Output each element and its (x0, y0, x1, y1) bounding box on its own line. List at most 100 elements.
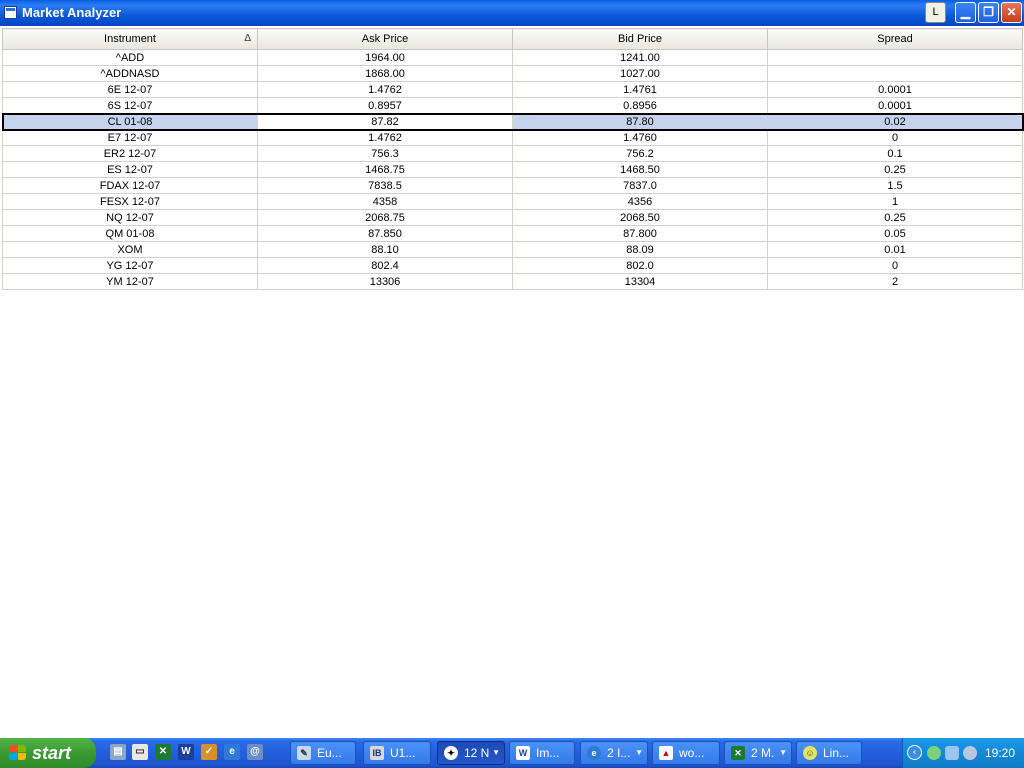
excel-icon[interactable]: ✕ (155, 744, 171, 760)
status-icon[interactable] (927, 746, 941, 760)
taskbar-item-u1[interactable]: IB U1... (363, 741, 431, 765)
column-header-instrument[interactable]: Instrument Δ (2, 28, 258, 50)
cell-ask-price: 1.4762 (257, 81, 513, 98)
minimize-icon: ▁ (960, 5, 971, 19)
table-row[interactable]: ^ADD 1964.00 1241.00 (2, 49, 1023, 66)
cell-ask-price: 1.4762 (257, 129, 513, 146)
task-label: 2 I... (607, 746, 631, 760)
cell-spread (767, 49, 1023, 66)
cell-spread: 0.01 (767, 241, 1023, 258)
cell-instrument: ^ADD (2, 49, 258, 66)
taskbar: start ▤ ▭ ✕ W ✓ e @ ✎ Eu... IB U1... ✦ 1… (0, 738, 1024, 768)
table-row[interactable]: 6S 12-07 0.8957 0.8956 0.0001 (2, 97, 1023, 114)
chevron-down-icon: ▼ (635, 748, 643, 757)
table-row[interactable]: YG 12-07 802.4 802.0 0 (2, 257, 1023, 274)
table-row[interactable]: ES 12-07 1468.75 1468.50 0.25 (2, 161, 1023, 178)
cell-bid-price: 2068.50 (512, 209, 768, 226)
excel-doc-icon: ✕ (731, 746, 745, 760)
taskbar-item-eu[interactable]: ✎ Eu... (290, 741, 356, 765)
table-row[interactable]: XOM 88.10 88.09 0.01 (2, 241, 1023, 258)
cell-ask-price: 1964.00 (257, 49, 513, 66)
cell-spread: 0.02 (767, 113, 1023, 130)
table-row-selected[interactable]: CL 01-08 87.82 87.80 0.02 (1, 112, 1024, 131)
pdf-icon: ▲ (659, 746, 673, 760)
taskbar-item-2i[interactable]: e 2 I... ▼ (580, 741, 648, 765)
taskbar-item-im[interactable]: W Im... (509, 741, 575, 765)
cell-instrument: ES 12-07 (2, 161, 258, 178)
cell-instrument: 6S 12-07 (2, 97, 258, 114)
chart-app-icon[interactable]: ✓ (201, 744, 217, 760)
window-title: Market Analyzer (22, 5, 122, 20)
table-row[interactable]: QM 01-08 87.850 87.800 0.05 (2, 225, 1023, 242)
table-row[interactable]: NQ 12-07 2068.75 2068.50 0.25 (2, 209, 1023, 226)
cell-instrument: CL 01-08 (2, 113, 258, 130)
clock[interactable]: 19:20 (985, 746, 1015, 760)
cell-instrument: QM 01-08 (2, 225, 258, 242)
word-icon[interactable]: W (178, 744, 194, 760)
cell-instrument: E7 12-07 (2, 129, 258, 146)
cell-ask-price: 2068.75 (257, 209, 513, 226)
ninjatrader-icon: ✦ (444, 746, 458, 760)
table-row[interactable]: FDAX 12-07 7838.5 7837.0 1.5 (2, 177, 1023, 194)
task-label: Lin... (823, 746, 850, 760)
column-header-spread[interactable]: Spread (767, 28, 1023, 50)
cell-bid-price: 1.4760 (512, 129, 768, 146)
task-label: Eu... (317, 746, 342, 760)
show-desktop-icon[interactable]: ▤ (110, 744, 126, 760)
cell-ask-price: 756.3 (257, 145, 513, 162)
task-label: Im... (536, 746, 560, 760)
taskbar-item-12n[interactable]: ✦ 12 N ▼ (437, 741, 505, 765)
cell-ask-price: 87.850 (257, 225, 513, 242)
network-icon[interactable] (945, 746, 959, 760)
cell-instrument: ^ADDNASD (2, 65, 258, 82)
table-row[interactable]: ^ADDNASD 1868.00 1027.00 (2, 65, 1023, 82)
cell-bid-price: 13304 (512, 273, 768, 290)
minimize-button[interactable]: ▁ (955, 2, 976, 23)
column-header-bid-price[interactable]: Bid Price (512, 28, 768, 50)
cell-ask-price: 4358 (257, 193, 513, 210)
close-button[interactable]: ✕ (1001, 2, 1022, 23)
table-row[interactable]: ER2 12-07 756.3 756.2 0.1 (2, 145, 1023, 162)
cell-spread: 2 (767, 273, 1023, 290)
cell-ask-price: 1868.00 (257, 65, 513, 82)
cell-ask-price[interactable]: 87.82 (257, 113, 513, 130)
table-row[interactable]: E7 12-07 1.4762 1.4760 0 (2, 129, 1023, 146)
cell-bid-price: 87.80 (512, 113, 768, 130)
cell-bid-price: 4356 (512, 193, 768, 210)
explorer-icon[interactable]: ▭ (132, 744, 148, 760)
cell-bid-price: 1468.50 (512, 161, 768, 178)
taskbar-item-2m[interactable]: ✕ 2 M. ▼ (724, 741, 792, 765)
task-label: 2 M. (751, 746, 775, 760)
table-row[interactable]: YM 12-07 13306 13304 2 (2, 273, 1023, 290)
cell-instrument: FDAX 12-07 (2, 177, 258, 194)
market-grid: Instrument Δ Ask Price Bid Price Spread … (1, 28, 1024, 290)
layout-button[interactable]: L (925, 2, 946, 23)
cell-instrument: NQ 12-07 (2, 209, 258, 226)
cell-bid-price: 87.800 (512, 225, 768, 242)
chevron-left-icon[interactable]: ‹ (907, 745, 922, 760)
start-button[interactable]: start (0, 738, 96, 768)
internet-explorer-icon[interactable]: e (224, 744, 240, 760)
cell-instrument: FESX 12-07 (2, 193, 258, 210)
column-header-label: Ask Price (361, 33, 409, 45)
cell-bid-price: 756.2 (512, 145, 768, 162)
cell-ask-price: 88.10 (257, 241, 513, 258)
cell-bid-price: 1.4761 (512, 81, 768, 98)
globe-icon[interactable] (963, 746, 977, 760)
cell-bid-price: 7837.0 (512, 177, 768, 194)
taskbar-item-wo[interactable]: ▲ wo... (652, 741, 720, 765)
column-header-ask-price[interactable]: Ask Price (257, 28, 513, 50)
outlook-icon[interactable]: @ (247, 744, 263, 760)
cell-spread: 0.0001 (767, 81, 1023, 98)
table-row[interactable]: FESX 12-07 4358 4356 1 (2, 193, 1023, 210)
cell-instrument: ER2 12-07 (2, 145, 258, 162)
chevron-down-icon: ▼ (492, 748, 500, 757)
restore-button[interactable]: ❐ (978, 2, 999, 23)
cell-ask-price: 1468.75 (257, 161, 513, 178)
restore-icon: ❐ (983, 5, 994, 19)
cell-ask-price: 0.8957 (257, 97, 513, 114)
taskbar-item-lin[interactable]: ☺ Lin... (796, 741, 862, 765)
cell-spread: 0.25 (767, 161, 1023, 178)
window-title-bar[interactable]: Market Analyzer L ▁ ❐ ✕ (0, 0, 1024, 26)
table-row[interactable]: 6E 12-07 1.4762 1.4761 0.0001 (2, 81, 1023, 98)
